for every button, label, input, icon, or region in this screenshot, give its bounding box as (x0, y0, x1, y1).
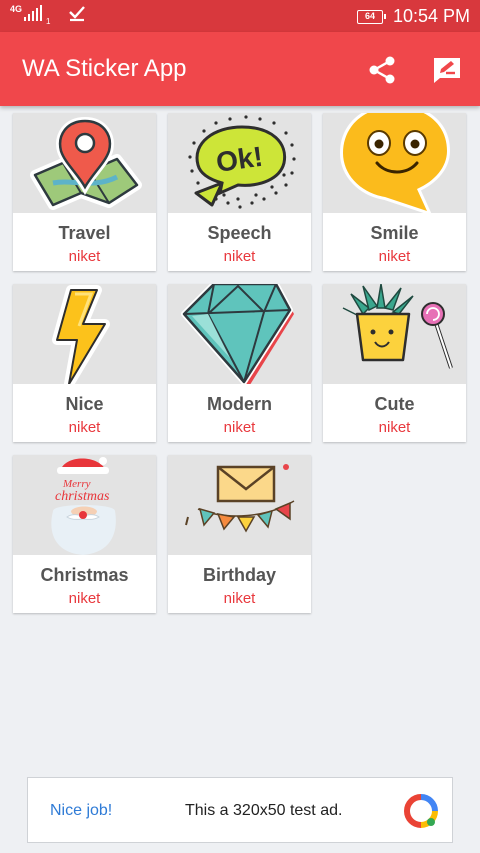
sticker-pack-name: Speech (207, 223, 272, 243)
smiley-bubble-icon (339, 113, 451, 213)
santa-icon: Merry christmas (51, 457, 116, 555)
ad-message: This a 320x50 test ad. (185, 802, 343, 819)
sticker-pack-card[interactable]: Ok! Speech niket (168, 113, 311, 271)
sticker-pack-card[interactable]: Smile niket (323, 113, 466, 271)
ad-logo-icon[interactable] (404, 794, 438, 828)
sticker-pack-author: niket (378, 419, 411, 436)
sticker-pack-name: Birthday (202, 565, 276, 585)
ad-cta[interactable]: Nice job! (50, 802, 112, 820)
sticker-pack-thumbnail: Merry christmas (13, 455, 156, 555)
ad-banner[interactable]: Nice job! This a 320x50 test ad. (27, 777, 453, 843)
sticker-pack-thumbnail (13, 284, 156, 384)
sticker-pack-name: Smile (370, 223, 419, 243)
sticker-pack-card[interactable]: Travel niket (13, 113, 156, 271)
sticker-pack-thumbnail (168, 455, 311, 555)
sticker-pack-card[interactable]: Nice niket (13, 284, 156, 442)
svg-text:Ok!: Ok! (214, 141, 265, 178)
sticker-pack-card[interactable]: Modern niket (168, 284, 311, 442)
sticker-pack-card[interactable]: Birthday niket (168, 455, 311, 613)
map-pin-icon (30, 116, 142, 210)
feedback-icon[interactable] (432, 56, 462, 84)
sticker-pack-author: niket (223, 590, 256, 607)
cactus-pot-icon (342, 284, 453, 369)
diamond-icon (181, 284, 294, 384)
share-icon[interactable] (368, 56, 398, 84)
sticker-pack-author: niket (68, 590, 101, 607)
sticker-pack-name: Cute (374, 394, 415, 414)
signal-icon (24, 5, 44, 21)
clock: 10:54 PM (392, 6, 470, 26)
download-done-icon (69, 6, 86, 22)
sticker-pack-thumbnail: Ok! (168, 113, 311, 213)
battery-icon: 64 (356, 9, 386, 24)
status-bar: 4G 1 64 10:54 PM (0, 0, 480, 32)
sticker-pack-name: Modern (207, 394, 272, 414)
sticker-pack-card[interactable]: Merry christmas Christmas niket (13, 455, 156, 613)
sticker-pack-thumbnail (323, 113, 466, 213)
sticker-pack-thumbnail (323, 284, 466, 384)
network-type: 4G (10, 4, 23, 14)
lightning-icon (52, 285, 110, 384)
ok-speech-bubble-icon: Ok! (188, 115, 296, 209)
sticker-pack-card[interactable]: Cute niket (323, 284, 466, 442)
sticker-pack-author: niket (378, 248, 411, 265)
sticker-pack-name: Travel (58, 223, 111, 243)
envelope-bunting-icon (185, 464, 295, 533)
sim-slot: 1 (46, 17, 51, 26)
sticker-pack-name: Christmas (40, 565, 129, 585)
sticker-pack-author: niket (68, 419, 101, 436)
sticker-pack-author: niket (223, 419, 256, 436)
status-right: 64 10:54 PM (356, 6, 470, 27)
sticker-pack-name: Nice (65, 394, 104, 414)
sticker-pack-author: niket (68, 248, 101, 265)
sticker-pack-thumbnail (168, 284, 311, 384)
sticker-pack-thumbnail (13, 113, 156, 213)
app-title: WA Sticker App (22, 55, 187, 82)
app-bar: WA Sticker App (0, 32, 480, 106)
svg-text:christmas: christmas (55, 489, 110, 504)
status-left: 4G 1 (10, 5, 86, 26)
sticker-pack-author: niket (223, 248, 256, 265)
battery-level: 64 (364, 10, 375, 21)
